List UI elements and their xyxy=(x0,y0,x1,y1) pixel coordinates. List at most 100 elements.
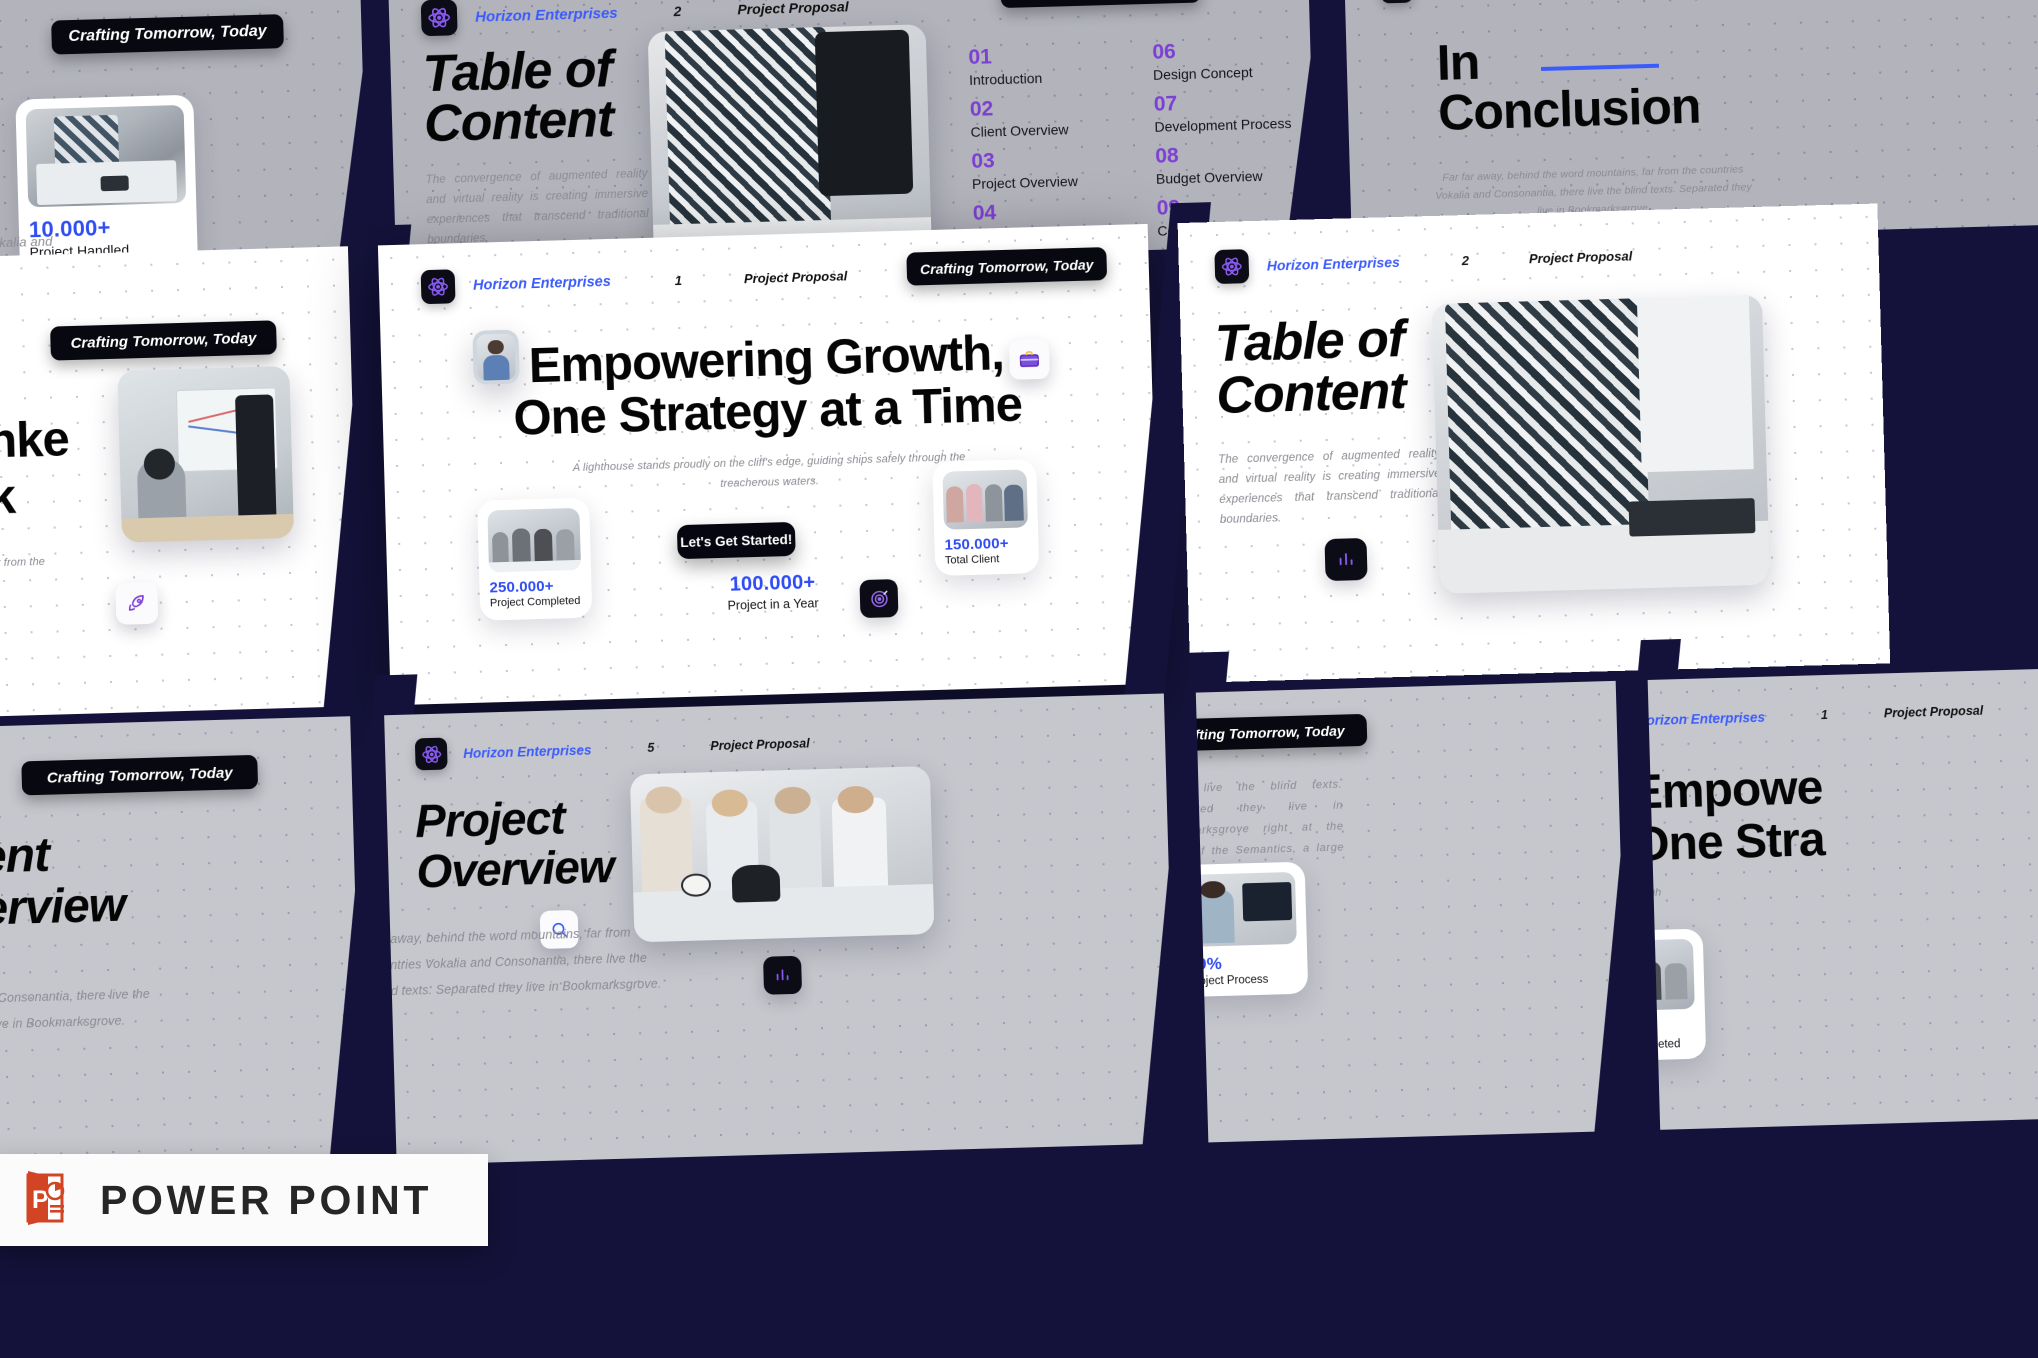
tagline-pill: Crafting Tomorrow, Today xyxy=(21,754,259,796)
tagline-pill: Crafting Tomorrow, Today xyxy=(51,14,284,55)
brand-name: Horizon Enterprises xyxy=(1266,253,1401,274)
body-line-2: ive in Bookmarksgrove. xyxy=(0,1013,126,1032)
tagline-pill: Crafting Tomorrow, Today xyxy=(1195,713,1368,752)
slide-title-line1: Project xyxy=(414,791,566,848)
brand-name: Horizon Enterprises xyxy=(463,742,592,761)
toc-item[interactable]: 08 Budget Overview xyxy=(1155,141,1316,198)
page-number: 5 xyxy=(647,740,655,755)
toc-item[interactable]: 07 Development Process xyxy=(1154,89,1316,146)
slide-hero-repeat-right[interactable]: Horizon Enterprises 1 Project Proposal E… xyxy=(1647,664,2038,1130)
atom-icon xyxy=(414,737,448,771)
stat-card-project-completed[interactable]: 250.000+ Project Completed xyxy=(1647,928,1707,1063)
atom-icon xyxy=(420,269,456,305)
toc-label: Client Overview xyxy=(970,121,1069,140)
slide-title-line1: In xyxy=(1436,33,1481,91)
subtitle-line-1: A lighthouse stands proudly on the cliff… xyxy=(572,454,844,475)
slide-title-line2: Conclusion xyxy=(1437,77,1702,141)
slide-header: Horizon Enterprises 1 Project Proposal xyxy=(1648,695,1984,738)
toc-item[interactable]: 06 Design Concept xyxy=(1152,37,1316,94)
powerpoint-template-showcase: Crafting Tomorrow, Today 10.000+ Project… xyxy=(0,0,2038,1358)
page-number: 2 xyxy=(1461,252,1470,268)
tagline-pill: Crafting Tomorrow, Today xyxy=(1000,0,1202,9)
target-icon[interactable] xyxy=(859,579,899,619)
atom-icon xyxy=(1214,249,1250,285)
stat-value: 100.000+ xyxy=(729,571,816,596)
get-started-button[interactable]: Let's Get Started! xyxy=(676,521,796,560)
body-text-tail: ntries Vokalia and xyxy=(0,233,53,252)
photo-meeting-table xyxy=(25,104,187,208)
photo-team-meeting xyxy=(1647,938,1695,1012)
toc-number: 06 xyxy=(1152,40,1177,64)
toc-number: 03 xyxy=(971,149,996,173)
slide-project-overview-left[interactable]: Crafting Tomorrow, Today ent erview Cons… xyxy=(0,716,363,1180)
brand-name: Horizon Enterprises xyxy=(474,4,618,26)
slide-title-line2: k xyxy=(0,469,16,525)
slide-project-overview[interactable]: Horizon Enterprises 5 Project Proposal P… xyxy=(384,693,1177,1166)
tagline-pill: Crafting Tomorrow, Today xyxy=(906,247,1108,286)
page-number: 1 xyxy=(1820,707,1829,723)
stat-card-project-completed[interactable]: 250.000+ Project Completed xyxy=(477,497,593,621)
bar-chart-icon[interactable] xyxy=(763,955,803,995)
body-line-2: untries Vokalia and Consonantia, there l… xyxy=(384,951,648,973)
hero-title-line2: One Stra xyxy=(1647,813,1826,872)
toc-label: Introduction xyxy=(968,69,1043,88)
toc-number: 02 xyxy=(969,97,994,121)
stat-label: Project Completed xyxy=(489,594,581,610)
atom-icon xyxy=(1380,0,1414,4)
slide-hero-empowering-growth[interactable]: Horizon Enterprises 1 Project Proposal C… xyxy=(377,223,1161,706)
toc-number: 07 xyxy=(1153,92,1178,116)
body-text-tail-1: ar from the xyxy=(0,555,46,570)
body-line-1: Far far away, behind the word mountains,… xyxy=(1442,164,1698,184)
body-line-3: nd texts. Separated they live in Bookmar… xyxy=(384,976,662,999)
slide-header: Horizon Enterprises 2 Project Proposal xyxy=(1214,238,1632,285)
slide-title-line2: Content xyxy=(423,89,614,154)
body-line-2: they live in Bookmarksgrove right at xyxy=(1195,799,1344,838)
stat-card-project-process[interactable]: 89% Project Process xyxy=(1195,861,1309,998)
slide-header: Horizon Enterprises 1 Project Proposal xyxy=(420,258,848,305)
slide-in-conclusion[interactable]: Horizon Enterprises 19 Project Proposal … xyxy=(1343,0,2038,245)
brand-name: Horizon Enterprises xyxy=(1647,709,1766,728)
slide-process-right[interactable]: Crafting Tomorrow, Today There live the … xyxy=(1195,680,1629,1143)
bar-chart-icon[interactable] xyxy=(1324,537,1368,582)
body-line-1: r away, behind the word mountains, far f… xyxy=(384,925,631,947)
tagline-pill: Crafting Tomorrow, Today xyxy=(50,320,277,361)
photo-presentation xyxy=(117,365,295,543)
slide-header: Horizon Enterprises 5 Project Proposal xyxy=(414,727,810,771)
atom-icon xyxy=(420,0,458,37)
stat-card-total-client[interactable]: 150.000+ Total Client xyxy=(932,459,1040,576)
photo-analyst xyxy=(1195,871,1297,947)
toc-number: 08 xyxy=(1154,144,1179,168)
slide-title-line2: Content xyxy=(1215,361,1407,426)
doc-type: Project Proposal xyxy=(1883,703,1984,721)
page-number: 2 xyxy=(673,2,682,20)
doc-type: Project Proposal xyxy=(743,267,848,286)
slide-make-work-left[interactable]: Crafting Tomorrow, Today nke k ar from t… xyxy=(0,246,361,720)
stat-value: 250.000+ xyxy=(1647,1017,1659,1039)
stat-value: 89% xyxy=(1195,953,1223,974)
photo-team-meeting xyxy=(487,507,582,573)
stat-label: Total Client xyxy=(944,553,1000,567)
body-line-1: Consonantia, there live the xyxy=(0,986,151,1006)
body-text: The convergence of augmented reality and… xyxy=(425,164,649,251)
slide-table-of-content-right[interactable]: Horizon Enterprises 2 Project Proposal T… xyxy=(1177,203,1891,683)
toc-item[interactable]: 03 Project Overview xyxy=(971,146,1150,203)
toc-item[interactable]: 02 Client Overview xyxy=(970,94,1149,151)
title-rule xyxy=(1540,63,1660,72)
slide-title-line2: erview xyxy=(0,878,126,936)
hero-subtitle: A lighthouse stands proudly on the cliff… xyxy=(569,447,970,499)
slide-row-middle: Crafting Tomorrow, Today nke k ar from t… xyxy=(0,202,2038,748)
stat-label: Project Completed xyxy=(1647,1038,1681,1053)
slide-stat-handled[interactable]: Crafting Tomorrow, Today 10.000+ Project… xyxy=(0,0,369,283)
stat-project-in-a-year: 100.000+ Project in a Year xyxy=(667,570,878,615)
stat-value: 250.000+ xyxy=(489,577,554,597)
rocket-icon[interactable] xyxy=(115,581,159,625)
toc-item[interactable]: 01 Introduction xyxy=(968,42,1147,99)
doc-type: Project Proposal xyxy=(710,736,810,754)
toc-label: Budget Overview xyxy=(1155,167,1263,187)
briefcase-icon[interactable] xyxy=(1008,338,1050,380)
slide-title-line1: nke xyxy=(0,412,70,469)
slide-header: Horizon Enterprises 19 Project Proposal xyxy=(1380,0,1745,4)
toc-number: 04 xyxy=(972,201,997,225)
stat-value: 150.000+ xyxy=(944,534,1009,554)
powerpoint-label: POWER POINT xyxy=(100,1176,433,1223)
